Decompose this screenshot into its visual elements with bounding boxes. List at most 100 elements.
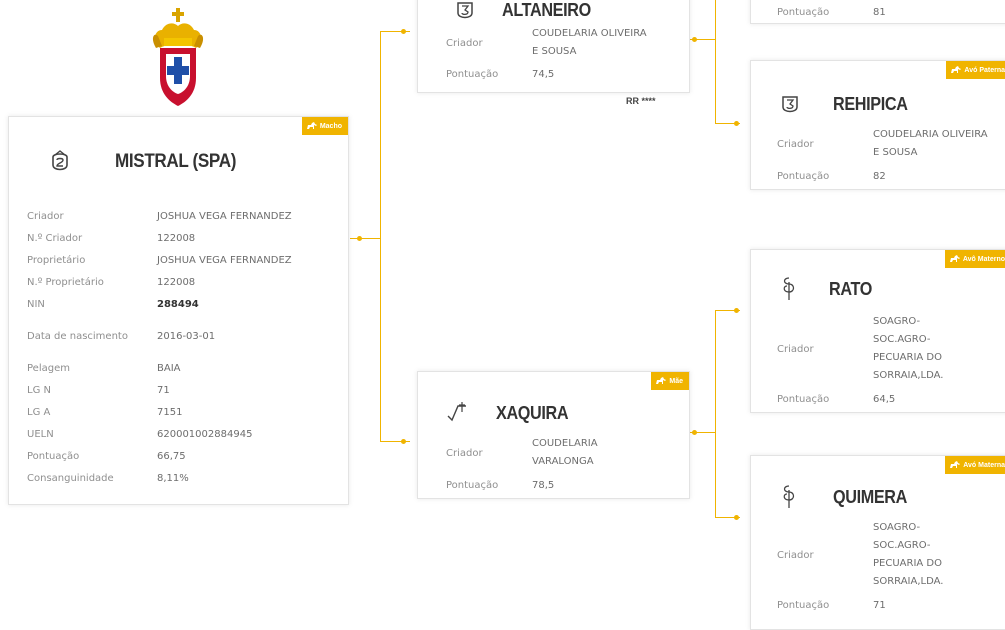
breeder-value: COUDELARIA OLIVEIRA E SOUSA: [873, 129, 988, 158]
sire-card[interactable]: ALTANEIRO Criador COUDELARIA OLIVEIRA E S…: [417, 0, 690, 93]
detail-value: BAIA: [157, 362, 181, 374]
breeder-label: Criador: [777, 549, 814, 561]
sex-badge-label: Avó Paterna: [964, 67, 1005, 74]
detail-label: Proprietário: [27, 254, 86, 266]
detail-label: N.º Criador: [27, 232, 83, 244]
detail-row: LG N 71: [27, 379, 337, 401]
brand-mark-icon: [52, 150, 68, 171]
sex-badge: Avó Paterna: [946, 61, 1005, 79]
breeder-value: COUDELARIA VARALONGA: [532, 438, 598, 467]
detail-value: 66,75: [157, 450, 186, 462]
detail-row: Proprietário JOSHUA VEGA FERNANDEZ: [27, 249, 337, 271]
detail-row: Data de nascimento 2016-03-01: [27, 315, 337, 357]
detail-label: NIN: [27, 298, 45, 310]
horse-name: REHIPICA: [833, 93, 908, 114]
horse-name: ALTANEIRO: [502, 0, 591, 20]
detail-row: Pontuação 66,75: [27, 445, 337, 467]
sex-badge: Macho: [301, 117, 348, 135]
detail-label: Pelagem: [27, 362, 70, 374]
detail-value: 2016-03-01: [157, 330, 216, 342]
detail-label: LG A: [27, 406, 51, 418]
sex-badge-label: Mãe: [669, 378, 683, 385]
maternal-granddam-card[interactable]: Avó Materna QUIMERA Criador SOAGRO-SOC.AG…: [750, 455, 1005, 630]
connector-dot: [692, 37, 697, 42]
detail-row: Criador JOSHUA VEGA FERNANDEZ: [27, 205, 337, 227]
sex-badge: Avô Materno: [944, 250, 1005, 268]
detail-value: 122008: [157, 232, 196, 244]
detail-label: LG N: [27, 384, 51, 396]
detail-value: 71: [157, 384, 170, 396]
brand-mark-icon: [782, 96, 798, 113]
horse-name: QUIMERA: [833, 486, 907, 507]
detail-label: Pontuação: [27, 450, 80, 462]
connector-dot: [734, 308, 739, 313]
detail-value: 122008: [157, 276, 196, 288]
detail-value: JOSHUA VEGA FERNANDEZ: [157, 254, 292, 266]
connector-dot: [357, 236, 362, 241]
connector-dot: [734, 515, 739, 520]
detail-row: LG A 7151: [27, 401, 337, 423]
sex-badge-label: Macho: [319, 123, 342, 130]
detail-row: Consanguinidade 8,11%: [27, 467, 337, 489]
detail-row: Pelagem BAIA: [27, 357, 337, 379]
detail-row: NIN 288494: [27, 293, 337, 315]
score-label: Pontuação: [446, 479, 499, 491]
detail-label: UELN: [27, 428, 54, 440]
connector: [350, 238, 380, 239]
score-label: Pontuação: [777, 6, 830, 18]
detail-value: 8,11%: [157, 472, 189, 484]
connector: [380, 31, 381, 441]
brand-mark-icon: [457, 2, 473, 19]
detail-value: 620001002884945: [157, 428, 253, 440]
brand-mark-icon: [783, 277, 795, 300]
score-value: 74,5: [532, 68, 555, 80]
score-value: 71: [873, 599, 886, 611]
connector: [715, 310, 716, 517]
detail-value: JOSHUA VEGA FERNANDEZ: [157, 210, 292, 222]
dam-card[interactable]: Mãe XAQUIRA Criador COUDELARIA VARALONGA …: [417, 371, 690, 499]
horse-name: XAQUIRA: [496, 402, 569, 423]
connector-dot: [401, 29, 406, 34]
connector: [715, 0, 716, 124]
connector-dot: [692, 430, 697, 435]
horse-name: MISTRAL (SPA): [115, 151, 237, 172]
score-label: Pontuação: [777, 599, 830, 611]
horse-icon: [951, 66, 962, 73]
detail-label: Consanguinidade: [27, 472, 114, 484]
score-value: 78,5: [532, 479, 555, 491]
breeder-value: SOAGRO-SOC.AGRO-PECUARIA DO SORRAIA,LDA.: [873, 316, 944, 381]
detail-label: Criador: [27, 210, 64, 222]
subject-card[interactable]: Macho MISTRAL (SPA) Criador JOSHUA VEGA F…: [8, 116, 349, 505]
detail-row: N.º Proprietário 122008: [27, 271, 337, 293]
connector-dot: [401, 439, 406, 444]
paternal-grandsire-card[interactable]: Pontuação 81: [750, 0, 1005, 24]
horse-icon: [950, 461, 961, 468]
breeder-label: Criador: [777, 138, 814, 150]
detail-label: Data de nascimento: [27, 330, 128, 342]
sex-badge-label: Avó Materna: [963, 462, 1005, 469]
brand-mark-icon: [447, 402, 466, 422]
horse-icon: [949, 255, 960, 262]
horse-name: RATO: [829, 278, 872, 299]
detail-row: UELN 620001002884945: [27, 423, 337, 445]
score-value: 64,5: [873, 393, 896, 405]
detail-label: N.º Proprietário: [27, 276, 104, 288]
paternal-granddam-card[interactable]: Avó Paterna REHIPICA Criador COUDELARIA O…: [750, 60, 1005, 190]
sex-badge: Mãe: [651, 372, 689, 390]
sex-badge-label: Avô Materno: [962, 256, 1005, 263]
detail-row: N.º Criador 122008: [27, 227, 337, 249]
maternal-grandsire-card[interactable]: Avô Materno RATO Criador SOAGRO-SOC.AGRO-…: [750, 249, 1005, 413]
sex-badge: Avó Materna: [945, 456, 1005, 474]
breeder-value: SOAGRO-SOC.AGRO-PECUARIA DO SORRAIA,LDA.: [873, 522, 944, 587]
detail-value: 288494: [157, 298, 199, 310]
connector-dot: [734, 121, 739, 126]
score-label: Pontuação: [777, 393, 830, 405]
score-value: 81: [873, 6, 886, 18]
breeder-value: COUDELARIA OLIVEIRA E SOUSA: [532, 28, 647, 57]
brand-mark-icon: [783, 485, 795, 508]
score-value: 82: [873, 170, 886, 182]
detail-value: 7151: [157, 406, 183, 418]
coat-of-arms-logo: [152, 8, 204, 106]
rating-stars: RR ****: [626, 96, 656, 106]
breeder-label: Criador: [777, 343, 814, 355]
